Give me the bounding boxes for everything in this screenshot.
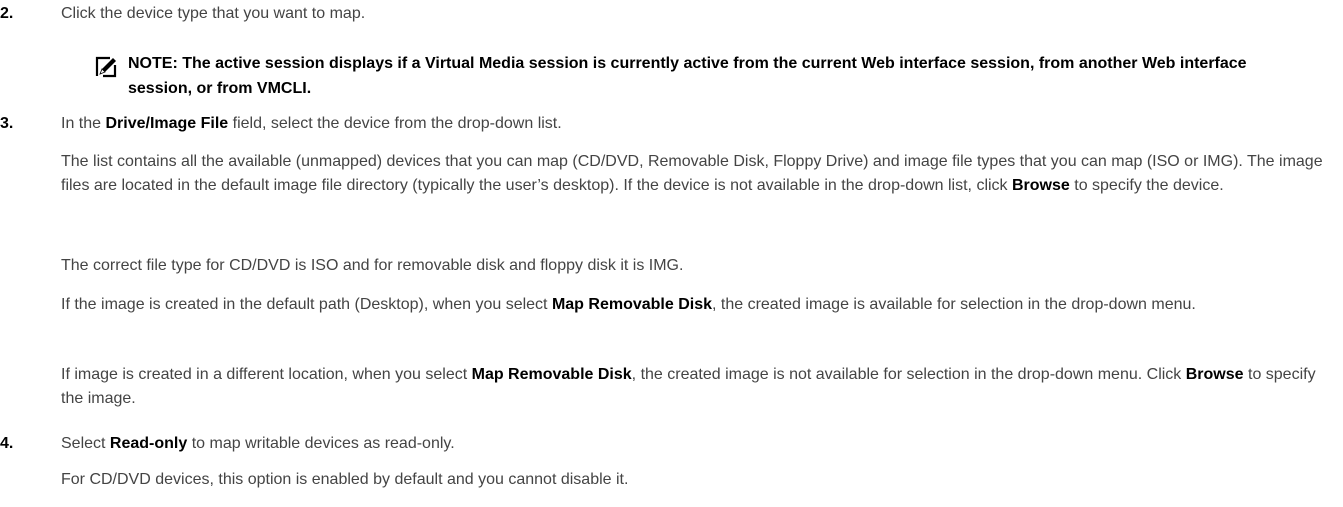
step-intro: In the Drive/Image File field, select th…: [61, 115, 562, 132]
step-paragraph: For CD/DVD devices, this option is enabl…: [61, 471, 629, 488]
step-paragraph: The correct file type for CD/DVD is ISO …: [61, 257, 684, 274]
note-pencil-icon: [95, 55, 118, 78]
browse-label: Browse: [1012, 177, 1070, 194]
step-number: 3.: [0, 115, 14, 132]
step-text: Click the device type that you want to m…: [61, 5, 366, 22]
step-number: 2.: [0, 5, 14, 22]
option-label: Read-only: [109, 435, 188, 452]
step-number: 4.: [0, 435, 14, 452]
step-paragraph: If image is created in a different locat…: [61, 366, 1316, 407]
browse-label: Browse: [1185, 366, 1244, 383]
step-paragraph: If the image is created in the default p…: [61, 296, 1196, 313]
note-text: NOTE: The active session displays if a V…: [128, 55, 1247, 97]
step-paragraph: The list contains all the available (unm…: [61, 153, 1323, 194]
menu-option-label: Map Removable Disk: [551, 296, 712, 313]
step-intro: Select Read-only to map writable devices…: [61, 435, 455, 452]
field-name: Drive/Image File: [105, 115, 229, 132]
menu-option-label: Map Removable Disk: [471, 366, 632, 383]
